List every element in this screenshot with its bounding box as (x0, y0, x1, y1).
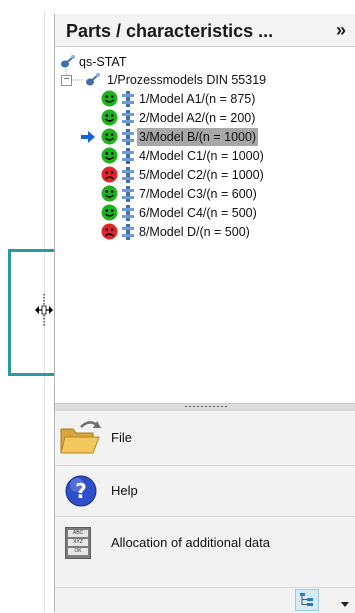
part-icon (122, 186, 134, 202)
smiley-good-icon (101, 128, 118, 145)
current-item-arrow-icon (81, 131, 95, 143)
smiley-good-icon (101, 90, 118, 107)
splitter-grip[interactable] (184, 405, 228, 408)
part-icon (122, 148, 134, 164)
nav-file-button[interactable]: File (55, 410, 355, 465)
svg-text:?: ? (75, 479, 87, 503)
part-icon (122, 110, 134, 126)
part-icon (122, 205, 134, 221)
allocation-icon-text: XYZ (68, 539, 88, 546)
panel-bottom-toolbar (55, 587, 355, 613)
tree-group-label: 1/Prozessmodels DIN 55319 (107, 73, 267, 87)
smiley-bad-icon (101, 166, 118, 183)
tree-item-label: 4/Model C1/(n = 1000) (139, 149, 264, 163)
folder-open-icon (60, 421, 101, 454)
smiley-bad-icon (101, 223, 118, 240)
tree-item[interactable]: 5/Model C2/(n = 1000) (101, 166, 341, 184)
panel-header: Parts / characteristics ... » (55, 14, 355, 47)
tree-item-label: 3/Model B/(n = 1000) (137, 128, 259, 146)
tree-expander-button[interactable]: − (61, 75, 72, 86)
satellite-icon (86, 73, 100, 86)
tree-structure-icon (300, 593, 313, 606)
tree-item-label: 1/Model A1/(n = 875) (139, 92, 256, 106)
nav-allocation-button[interactable]: ABC XYZ OK Allocation of additional data (55, 516, 355, 588)
dropdown-arrow-icon[interactable] (340, 601, 350, 609)
nav-file-label: File (111, 430, 132, 445)
smiley-good-icon (101, 147, 118, 164)
tree-item[interactable]: 8/Model D/(n = 500) (101, 223, 341, 241)
help-icon: ? (65, 475, 97, 507)
smiley-good-icon (101, 109, 118, 126)
part-icon (122, 129, 134, 145)
resize-cursor-icon (35, 294, 53, 326)
tree-item-label: 6/Model C4/(n = 500) (139, 206, 257, 220)
allocation-icon-text: OK (68, 548, 88, 555)
smiley-good-icon (101, 185, 118, 202)
part-icon (122, 91, 134, 107)
tree-item-selected[interactable]: 3/Model B/(n = 1000) (81, 128, 341, 146)
nav-allocation-label: Allocation of additional data (111, 535, 271, 550)
tree-item[interactable]: 1/Model A1/(n = 875) (101, 90, 341, 108)
tree-item[interactable]: 6/Model C4/(n = 500) (101, 204, 341, 222)
tree-item-label: 8/Model D/(n = 500) (139, 225, 250, 239)
tree-item-label: 2/Model A2/(n = 200) (139, 111, 256, 125)
tree-item[interactable]: 7/Model C3/(n = 600) (101, 185, 341, 203)
part-icon (122, 224, 134, 240)
panel-expand-chevron-icon[interactable]: » (336, 20, 346, 41)
allocation-icon-text: ABC (68, 530, 88, 537)
tree-view-button[interactable] (295, 589, 319, 611)
tree-item-label: 5/Model C2/(n = 1000) (139, 168, 264, 182)
tree-item[interactable]: 2/Model A2/(n = 200) (101, 109, 341, 127)
parts-tree: qs-STAT − 1/Prozessmodels DIN 55319 1/Mo… (55, 47, 355, 401)
tree-item-label: 7/Model C3/(n = 600) (139, 187, 257, 201)
nav-help-label: Help (111, 483, 138, 498)
tree-group-item[interactable]: − 1/Prozessmodels DIN 55319 (61, 71, 341, 89)
parts-characteristics-panel: Parts / characteristics ... » qs-STAT − (54, 14, 355, 613)
part-icon (122, 167, 134, 183)
allocation-data-icon: ABC XYZ OK (65, 527, 91, 559)
tree-item[interactable]: 4/Model C1/(n = 1000) (101, 147, 341, 165)
nav-help-button[interactable]: ? Help (55, 465, 355, 516)
panel-title: Parts / characteristics ... (66, 21, 274, 41)
smiley-good-icon (101, 204, 118, 221)
